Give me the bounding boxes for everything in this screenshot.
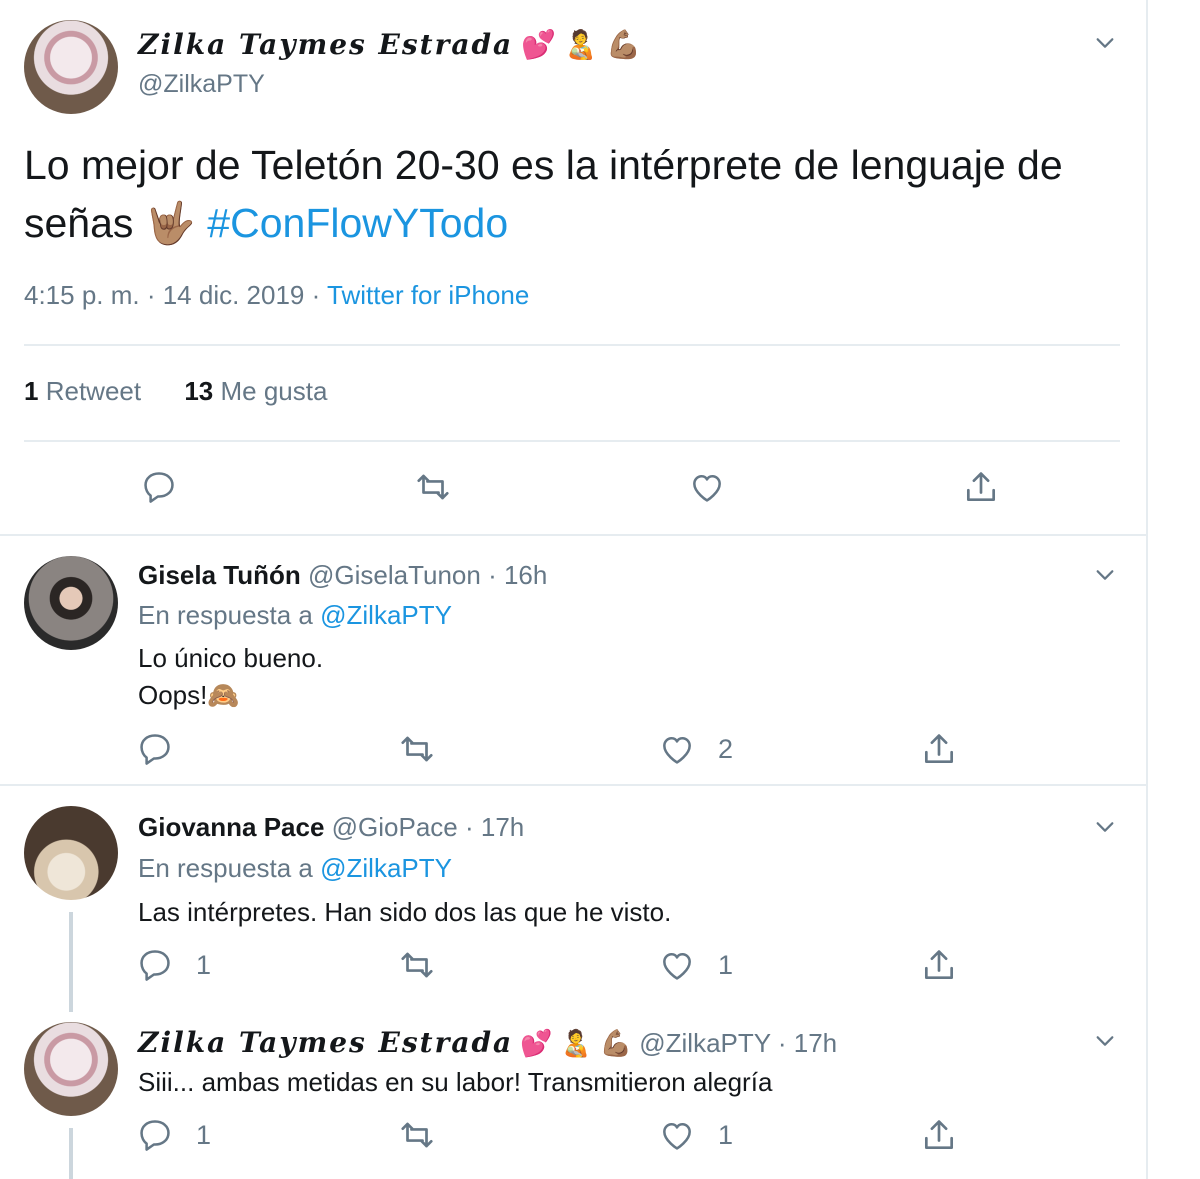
flexed-biceps-emoji: 💪🏽 [599, 1029, 633, 1059]
retweet-icon [417, 474, 449, 500]
reply-button[interactable]: 1 [136, 1116, 211, 1154]
like-count: 1 [718, 1119, 734, 1150]
share-button[interactable] [920, 730, 958, 768]
hearts-emoji: 💕 [520, 28, 556, 61]
reply-author[interactable]: Giovanna Pace @GioPace · 17h [138, 812, 524, 843]
reply-count: 1 [196, 949, 212, 980]
hashtag-link[interactable]: #ConFlowYTodo [207, 200, 508, 246]
reply-text: Siii... ambas metidas en su labor! Trans… [138, 1067, 773, 1097]
tweet-timestamp[interactable]: 4:15 p. m. · 14 dic. 2019 · [24, 280, 327, 310]
mention-link[interactable]: @ZilkaPTY [320, 853, 452, 883]
like-button[interactable]: 1 [658, 946, 733, 984]
retweet-button[interactable] [398, 730, 458, 768]
in-reply-to: En respuesta a @ZilkaPTY [138, 853, 452, 883]
reply-button[interactable]: 1 [136, 946, 211, 984]
main-tweet: Zilka Taymes Estrada 💕 🧑‍🍼 💪🏽 @ZilkaPTY … [0, 0, 1148, 536]
likes-stat[interactable]: 13 Me gusta [184, 376, 327, 407]
reply-text: Lo único bueno. Oops!🙈 [138, 640, 1098, 715]
retweet-button[interactable] [398, 946, 458, 984]
reply-icon [144, 472, 174, 503]
avatar[interactable] [24, 20, 118, 114]
avatar[interactable] [24, 806, 118, 900]
divider [24, 344, 1120, 346]
reply-button[interactable] [136, 730, 196, 768]
chevron-down-icon[interactable] [1094, 32, 1116, 54]
mention-link[interactable]: @ZilkaPTY [320, 600, 452, 630]
reply-author[interactable]: Gisela Tuñón @GiselaTunon · 16h [138, 560, 547, 591]
tweet-source-link[interactable]: Twitter for iPhone [327, 280, 529, 310]
thread-connector [69, 1128, 73, 1179]
parent-emoji: 🧑‍🍼 [560, 1029, 593, 1059]
see-no-evil-monkey-emoji: 🙈 [207, 681, 240, 711]
tweet-thread: Zilka Taymes Estrada 💕 🧑‍🍼 💪🏽 @ZilkaPTY … [0, 0, 1148, 1179]
tweet-metadata: 4:15 p. m. · 14 dic. 2019 · Twitter for … [24, 280, 529, 311]
retweets-stat[interactable]: 1 Retweet [24, 376, 141, 407]
heart-icon [663, 1122, 691, 1150]
chevron-down-icon[interactable] [1094, 1030, 1116, 1052]
share-button[interactable] [962, 468, 1000, 506]
heart-icon [663, 952, 691, 980]
share-icon [924, 950, 954, 980]
reply-tweet[interactable]: Zilka Taymes Estrada 💕 🧑‍🍼 💪🏽 @ZilkaPTY … [0, 1012, 1148, 1179]
avatar[interactable] [24, 556, 118, 650]
heart-icon [663, 736, 691, 764]
like-count: 1 [718, 949, 734, 980]
share-icon [966, 472, 996, 502]
share-icon [924, 734, 954, 764]
flexed-biceps-emoji: 💪🏽 [606, 28, 642, 61]
reply-count: 1 [196, 1119, 212, 1150]
tweet-text: Lo mejor de Teletón 20-30 es la intérpre… [24, 136, 1114, 252]
tweet-stats: 1 Retweet 13 Me gusta [24, 376, 363, 407]
share-button[interactable] [920, 946, 958, 984]
love-you-gesture-emoji: 🤟🏽 [144, 199, 196, 247]
retweet-icon [401, 952, 433, 978]
reply-button[interactable] [140, 468, 178, 506]
hearts-emoji: 💕 [520, 1029, 553, 1059]
retweet-button[interactable] [398, 1116, 458, 1154]
retweet-button[interactable] [414, 468, 452, 506]
parent-emoji: 🧑‍🍼 [563, 28, 599, 61]
reply-author[interactable]: Zilka Taymes Estrada 💕 🧑‍🍼 💪🏽 @ZilkaPTY … [138, 1026, 837, 1059]
chevron-down-icon[interactable] [1094, 564, 1116, 586]
retweet-icon [401, 736, 433, 762]
reply-icon [140, 950, 170, 981]
retweet-icon [401, 1122, 433, 1148]
like-button[interactable] [688, 468, 726, 506]
heart-icon [693, 474, 721, 502]
reply-icon [140, 1120, 170, 1151]
avatar[interactable] [24, 1022, 118, 1116]
reply-tweet[interactable]: Gisela Tuñón @GiselaTunon · 16h En respu… [0, 538, 1148, 786]
reply-tweet[interactable]: Giovanna Pace @GioPace · 17h En respuest… [0, 788, 1148, 1012]
chevron-down-icon[interactable] [1094, 816, 1116, 838]
like-button[interactable]: 2 [658, 730, 733, 768]
like-count: 2 [718, 733, 734, 764]
in-reply-to: En respuesta a @ZilkaPTY [138, 600, 452, 630]
reply-icon [140, 734, 170, 765]
reply-text: Las intérpretes. Han sido dos las que he… [138, 897, 672, 927]
author-handle[interactable]: @ZilkaPTY [138, 70, 265, 99]
thread-connector [69, 912, 73, 1012]
share-button[interactable] [920, 1116, 958, 1154]
share-icon [924, 1120, 954, 1150]
like-button[interactable]: 1 [658, 1116, 733, 1154]
divider [24, 440, 1120, 442]
author-name[interactable]: Zilka Taymes Estrada 💕 🧑‍🍼 💪🏽 [138, 28, 641, 61]
